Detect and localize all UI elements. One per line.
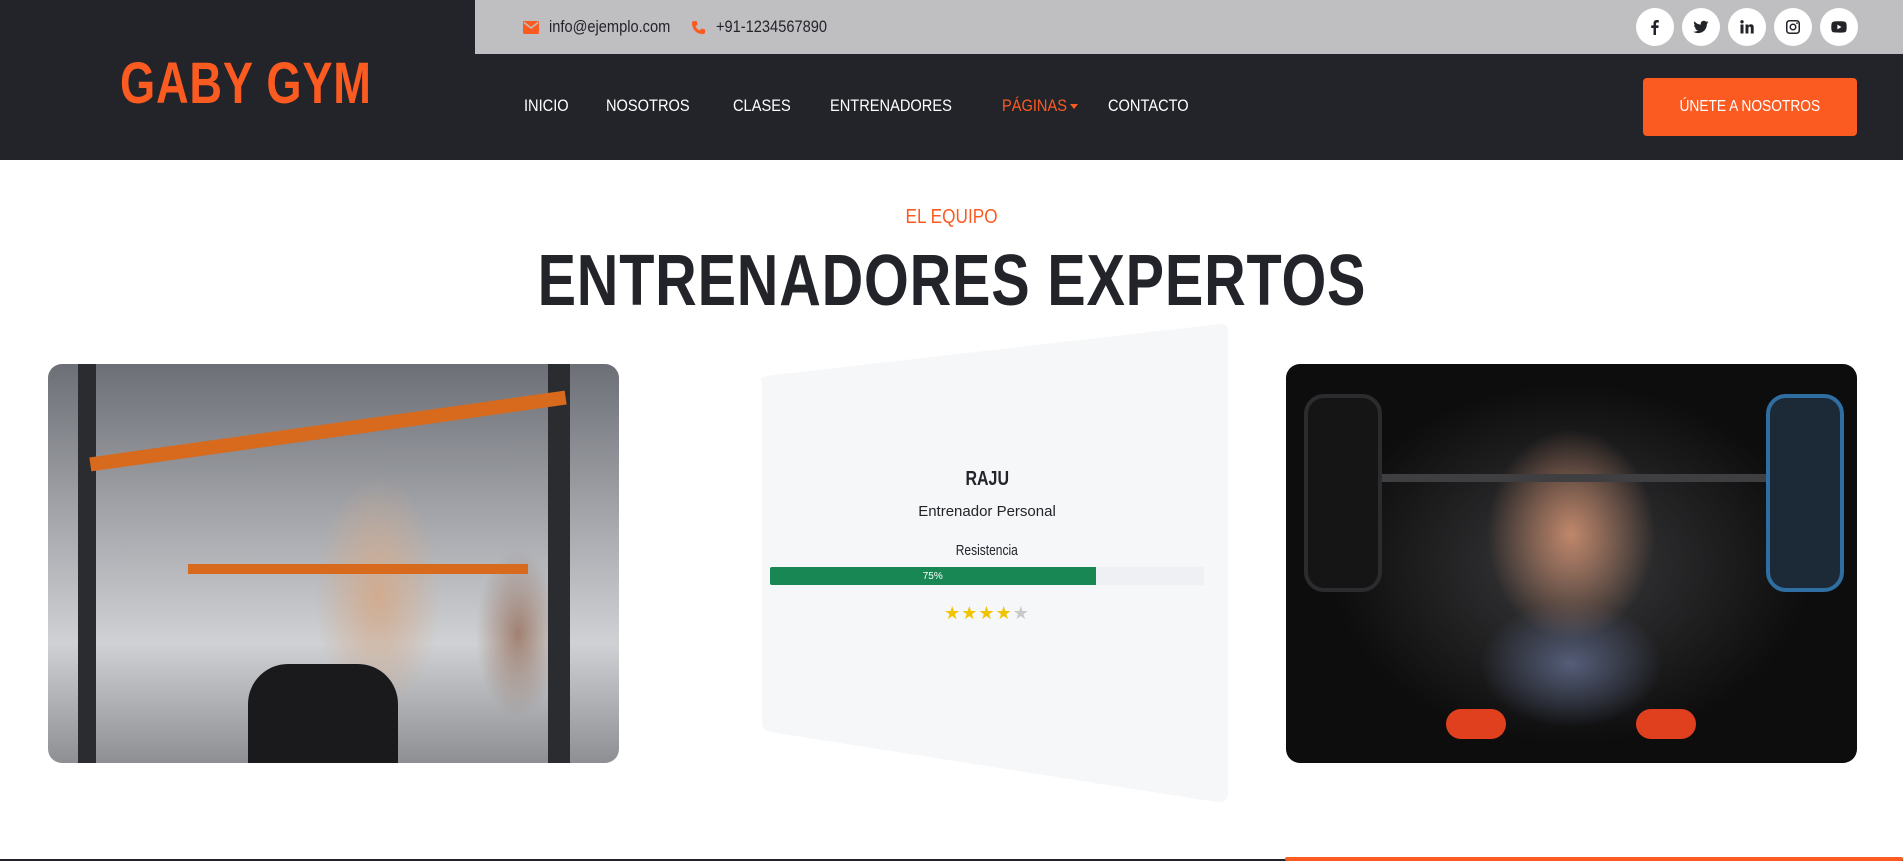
join-us-button[interactable]: ÚNETE A NOSOTROS <box>1643 78 1857 136</box>
rating-stars: ★★★★★ <box>770 603 1204 624</box>
skill-label: Resistencia <box>955 542 1019 559</box>
section-subtitle: EL EQUIPO <box>905 206 998 228</box>
footer-accent-bar <box>1285 857 1903 861</box>
instagram-icon[interactable] <box>1774 8 1812 46</box>
phone-icon <box>691 20 706 34</box>
trainer-role: Entrenador Personal <box>918 503 1056 520</box>
nav-item-contacto[interactable]: CONTACTO <box>1108 96 1202 116</box>
top-bar: info@ejemplo.com +91-1234567890 <box>475 0 1903 54</box>
envelope-icon <box>523 20 539 34</box>
trainer-photo-squat[interactable] <box>1286 364 1857 763</box>
site-header: GABY GYM info@ejemplo.com +91-1234567890 <box>0 0 1903 160</box>
email-text: info@ejemplo.com <box>549 17 671 36</box>
skill-progress-fill: 75% <box>770 567 1096 585</box>
trainer-photo-pullup[interactable] <box>48 364 619 763</box>
nav-item-nosotros[interactable]: NOSOTROS <box>606 96 703 116</box>
twitter-icon[interactable] <box>1682 8 1720 46</box>
brand-logo[interactable]: GABY GYM <box>120 44 371 124</box>
star-filled-icon: ★ <box>944 603 962 623</box>
brand-name: GABY GYM <box>120 51 372 116</box>
nav-item-inicio[interactable]: INICIO <box>524 96 576 116</box>
nav-item-paginas[interactable]: PÁGINAS <box>1002 96 1078 116</box>
nav-item-entrenadores[interactable]: ENTRENADORES <box>830 96 972 116</box>
trainer-card: RAJU Entrenador Personal Resistencia 75%… <box>770 468 1204 624</box>
phone-contact[interactable]: +91-1234567890 <box>691 0 845 54</box>
phone-text: +91-1234567890 <box>716 17 827 36</box>
chevron-down-icon <box>1069 103 1078 109</box>
skill-progress-text: 75% <box>922 570 943 582</box>
nav-item-clases[interactable]: CLASES <box>733 96 800 116</box>
facebook-icon[interactable] <box>1636 8 1674 46</box>
star-filled-icon: ★ <box>995 603 1013 623</box>
star-empty-icon: ★ <box>1012 603 1030 623</box>
linkedin-icon[interactable] <box>1728 8 1766 46</box>
star-filled-icon: ★ <box>978 603 996 623</box>
main-nav: INICIO NOSOTROS CLASES ENTRENADORES PÁGI… <box>524 86 1231 126</box>
trainer-name: RAJU <box>965 468 1009 490</box>
star-filled-icon: ★ <box>961 603 979 623</box>
skill-progress-bar: 75% <box>770 567 1204 585</box>
section-title: ENTRENADORES EXPERTOS <box>537 241 1366 321</box>
youtube-icon[interactable] <box>1820 8 1858 46</box>
email-contact[interactable]: info@ejemplo.com <box>523 0 690 54</box>
social-links <box>1636 8 1858 46</box>
